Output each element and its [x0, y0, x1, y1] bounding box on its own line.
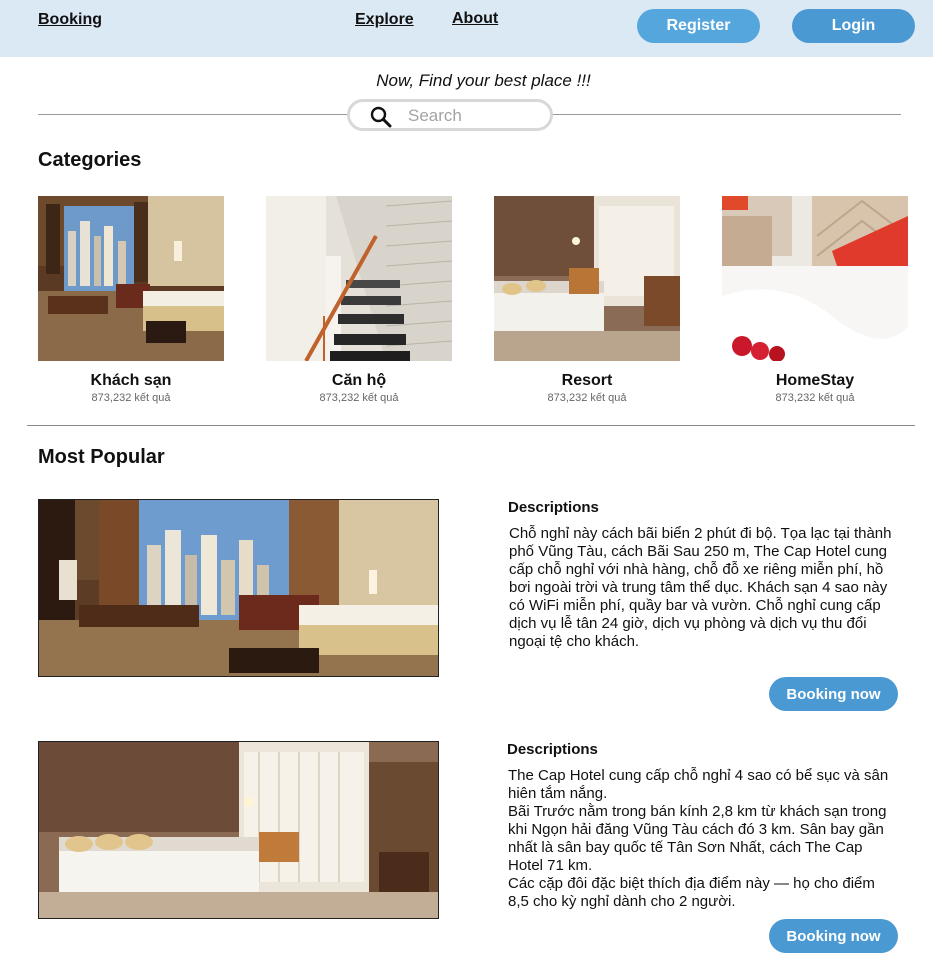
category-name: Khách sạn	[90, 372, 172, 389]
booking-now-button[interactable]: Booking now	[769, 677, 898, 711]
category-count: 873,232 kết quả	[547, 392, 627, 404]
search-icon[interactable]	[370, 106, 392, 128]
category-card-resort[interactable]: Resort 873,232 kết quả	[494, 196, 680, 408]
login-button[interactable]: Login	[792, 9, 915, 43]
resort-room-photo	[494, 196, 680, 361]
category-count: 873,232 kết quả	[775, 392, 855, 404]
brand-link[interactable]: Booking	[38, 11, 102, 29]
category-count: 873,232 kết quả	[91, 392, 171, 404]
category-card-apartment[interactable]: Căn hộ 873,232 kết quả	[266, 196, 452, 408]
hotel-bedroom-photo[interactable]	[38, 741, 439, 919]
description-text: Chỗ nghỉ này cách bãi biển 2 phút đi bộ.…	[509, 525, 892, 650]
top-navbar: Booking Explore About Register Login	[0, 0, 933, 57]
search-input[interactable]	[408, 106, 538, 126]
most-popular-title: Most Popular	[38, 446, 165, 468]
category-card-homestay[interactable]: HomeStay 873,232 kết quả	[722, 196, 908, 408]
category-count: 873,232 kết quả	[319, 392, 399, 404]
category-name: HomeStay	[775, 372, 855, 389]
category-name: Căn hộ	[331, 372, 387, 389]
search-tagline: Now, Find your best place !!!	[376, 71, 591, 90]
hotel-room-city-view-photo[interactable]	[38, 499, 439, 677]
category-name: Resort	[561, 372, 613, 389]
description-heading: Descriptions	[507, 741, 598, 758]
categories-title: Categories	[38, 149, 142, 171]
register-button[interactable]: Register	[637, 9, 760, 43]
description-text: The Cap Hotel cung cấp chỗ nghỉ 4 sao có…	[508, 767, 889, 910]
booking-now-button[interactable]: Booking now	[769, 919, 898, 953]
nav-explore-link[interactable]: Explore	[355, 11, 414, 29]
search-box[interactable]	[347, 99, 553, 131]
description-heading: Descriptions	[508, 499, 599, 516]
apartment-stairs-photo	[266, 196, 452, 361]
nav-about-link[interactable]: About	[452, 10, 498, 28]
section-divider	[27, 425, 915, 426]
hotel-room-photo	[38, 196, 224, 361]
category-card-hotel[interactable]: Khách sạn 873,232 kết quả	[38, 196, 224, 408]
homestay-bed-photo	[722, 196, 908, 361]
